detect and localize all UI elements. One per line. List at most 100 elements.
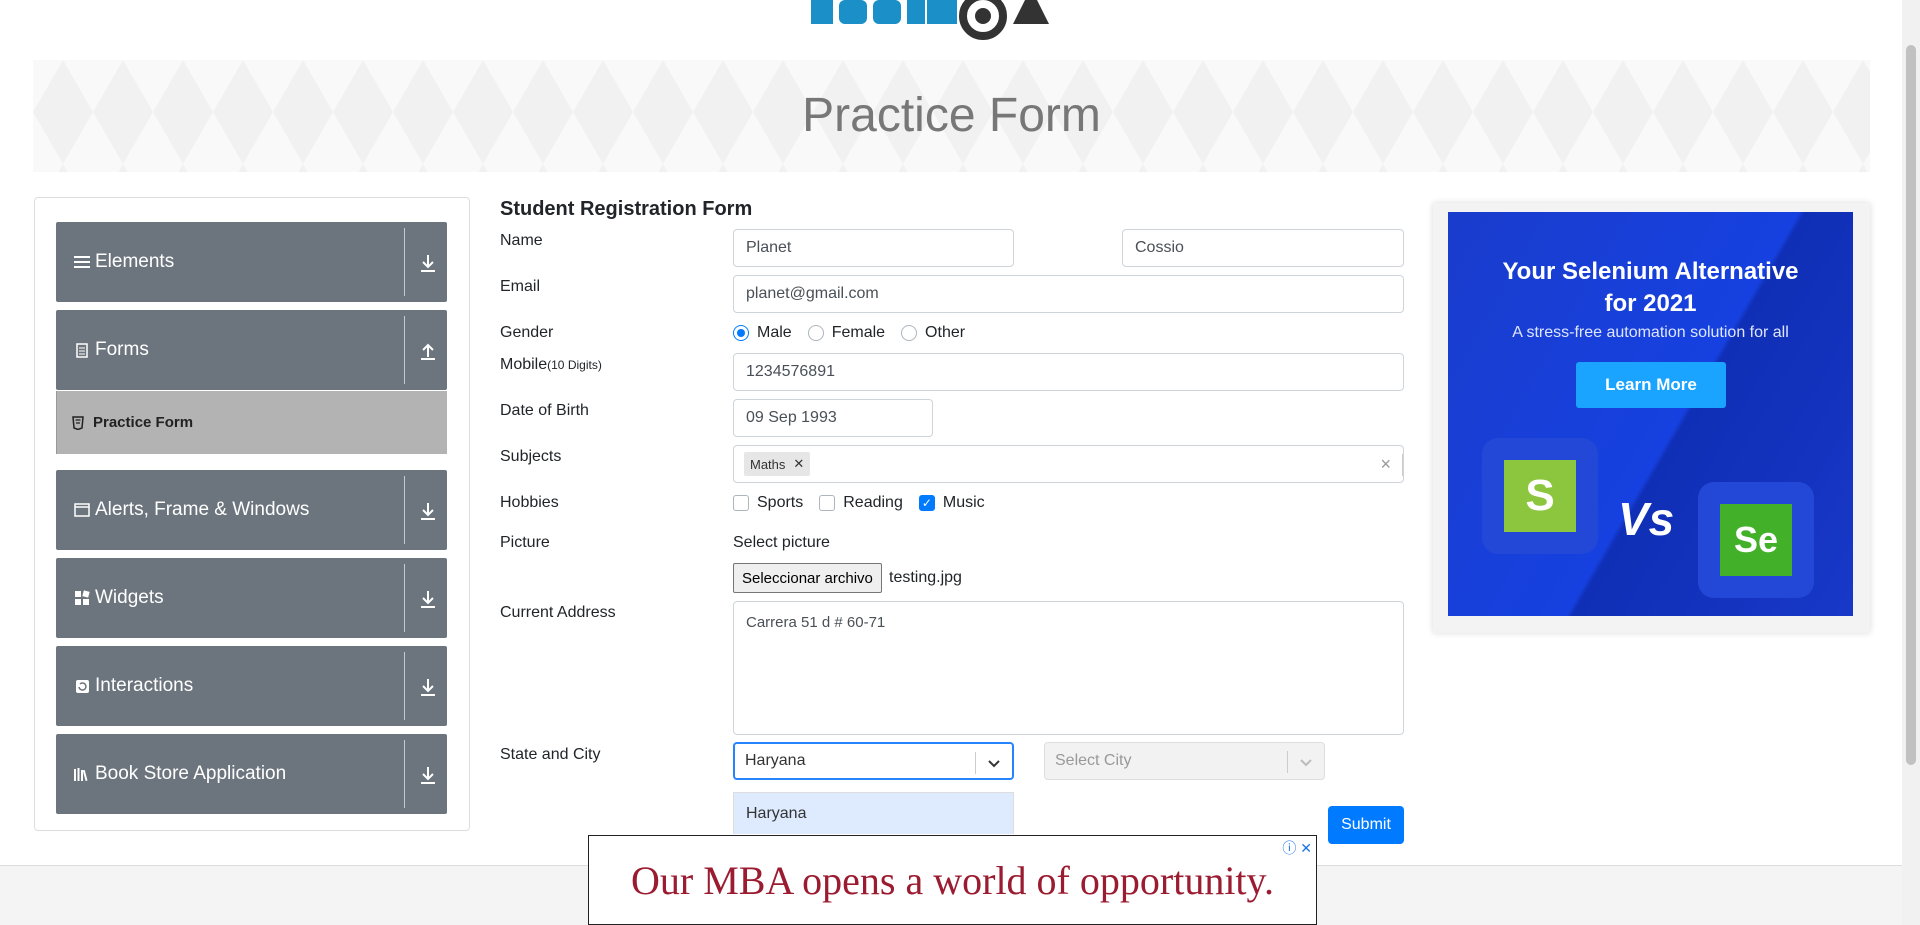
sidebar-group-book-store[interactable]: Book Store Application bbox=[56, 734, 447, 814]
selenium-logo-mark: Se bbox=[1720, 504, 1792, 576]
page-title: Practice Form bbox=[802, 89, 1101, 142]
date-of-birth-input[interactable]: 09 Sep 1993 bbox=[733, 399, 933, 437]
hobby-option-reading[interactable]: Reading bbox=[819, 494, 903, 512]
download-icon bbox=[421, 591, 435, 608]
sidebar-group-interactions[interactable]: Interactions bbox=[56, 646, 447, 726]
sidebar-group-header[interactable]: Elements bbox=[56, 222, 447, 302]
state-city-label: State and City bbox=[500, 746, 601, 763]
sidebar-item-practice-form[interactable]: Practice Form bbox=[56, 391, 447, 454]
gender-option-label: Female bbox=[831, 324, 886, 341]
versus-text: Vs bbox=[1618, 493, 1675, 545]
download-icon bbox=[421, 767, 435, 784]
mobile-field[interactable]: 1234576891 bbox=[733, 353, 1404, 391]
divider bbox=[404, 652, 405, 720]
chevron-down-icon[interactable] bbox=[1298, 754, 1314, 770]
sidebar-group-label: Forms bbox=[95, 339, 149, 360]
page-banner: Practice Form bbox=[33, 60, 1870, 172]
current-address-textarea[interactable]: Carrera 51 d # 60-71 bbox=[733, 601, 1404, 735]
choose-file-button[interactable]: Seleccionar archivo bbox=[733, 563, 882, 593]
email-label: Email bbox=[500, 278, 541, 295]
download-icon bbox=[421, 503, 435, 520]
gender-option-male[interactable]: Male bbox=[733, 324, 792, 342]
submit-button[interactable]: Submit bbox=[1328, 806, 1404, 844]
sidebar-group-label: Alerts, Frame & Windows bbox=[95, 499, 310, 520]
sidebar-group-header[interactable]: Book Store Application bbox=[56, 734, 447, 814]
hobby-option-label: Sports bbox=[757, 494, 804, 511]
mobile-label-text: Mobile bbox=[500, 356, 548, 373]
close-ad-icon[interactable]: ⓘ ✕ bbox=[1282, 838, 1312, 858]
address-label: Current Address bbox=[500, 604, 616, 621]
gender-label: Gender bbox=[500, 324, 554, 341]
sidebar-group-header[interactable]: Interactions bbox=[56, 646, 447, 726]
radio-button[interactable] bbox=[901, 325, 918, 341]
scrollbar-thumb[interactable] bbox=[1906, 45, 1916, 765]
radio-button[interactable] bbox=[807, 325, 824, 341]
picture-prompt: Select picture bbox=[733, 534, 830, 551]
hobby-option-label: Music bbox=[942, 494, 985, 511]
download-icon bbox=[421, 255, 435, 272]
sidebar-group-label: Book Store Application bbox=[95, 763, 287, 784]
gender-radio-group: Male Female Other bbox=[733, 324, 981, 342]
sidebar-group-header[interactable]: Alerts, Frame & Windows bbox=[56, 470, 447, 550]
ad-banner-bottom[interactable]: Our MBA opens a world of opportunity. ⓘ … bbox=[588, 835, 1317, 925]
ad-title-line2: for 2021 bbox=[1604, 290, 1697, 317]
name-label: Name bbox=[500, 232, 543, 249]
state-select[interactable]: Haryana bbox=[733, 742, 1014, 780]
scrollbar[interactable] bbox=[1902, 0, 1920, 925]
sidebar-group-alerts[interactable]: Alerts, Frame & Windows bbox=[56, 470, 447, 550]
subjects-label: Subjects bbox=[500, 448, 562, 465]
gender-option-label: Male bbox=[757, 324, 792, 341]
clear-icon[interactable]: × bbox=[1380, 454, 1391, 475]
page: Practice Form Elements Forms Practice Fo… bbox=[0, 0, 1920, 925]
widgets-icon bbox=[73, 589, 91, 607]
radio-button[interactable] bbox=[733, 325, 749, 341]
checkmark-icon[interactable]: ✓ bbox=[918, 495, 935, 511]
katalon-logo: S bbox=[1482, 438, 1598, 554]
ad-title: Your Selenium Alternative for 2021 bbox=[1448, 256, 1853, 320]
ad-subtitle: A stress-free automation solution for al… bbox=[1512, 324, 1789, 341]
divider bbox=[404, 476, 405, 544]
checkbox[interactable] bbox=[733, 495, 749, 511]
sidebar-group-label: Widgets bbox=[95, 587, 164, 608]
selenium-logo: Se bbox=[1698, 482, 1814, 598]
sidebar-group-header[interactable]: Forms bbox=[56, 310, 447, 390]
ad-content[interactable]: Your Selenium Alternative for 2021 A stre… bbox=[1448, 212, 1853, 616]
gender-option-female[interactable]: Female bbox=[807, 324, 886, 342]
divider bbox=[404, 316, 405, 384]
sidebar-group-widgets[interactable]: Widgets bbox=[56, 558, 447, 638]
email-field[interactable]: planet@gmail.com bbox=[733, 275, 1404, 313]
first-name-input[interactable]: Planet bbox=[733, 229, 1014, 267]
window-icon bbox=[73, 501, 91, 519]
mobile-label: Mobile(10 Digits) bbox=[500, 356, 602, 374]
sidebar-group-label: Elements bbox=[95, 251, 175, 272]
interaction-icon bbox=[73, 677, 91, 695]
divider bbox=[404, 228, 405, 296]
learn-more-button[interactable]: Learn More bbox=[1576, 362, 1726, 408]
sidebar-group-label: Interactions bbox=[95, 675, 194, 696]
subject-chip-label: Maths bbox=[750, 456, 786, 472]
picture-label: Picture bbox=[500, 534, 550, 551]
hobby-option-sports[interactable]: Sports bbox=[733, 494, 803, 512]
sidebar-group-elements[interactable]: Elements bbox=[56, 222, 447, 302]
city-select[interactable]: Select City bbox=[1044, 742, 1325, 780]
chevron-down-icon[interactable] bbox=[986, 755, 1002, 771]
sidebar: Elements Forms Practice Form Alerts, Fra… bbox=[34, 197, 470, 831]
divider bbox=[1287, 751, 1288, 773]
hobby-option-label: Reading bbox=[843, 494, 903, 511]
html5-icon bbox=[69, 414, 87, 432]
document-icon bbox=[73, 341, 91, 359]
checkbox[interactable] bbox=[819, 495, 836, 511]
sidebar-item-label: Practice Form bbox=[93, 414, 194, 431]
last-name-input[interactable]: Cossio bbox=[1122, 229, 1404, 267]
ad-banner-right[interactable]: Your Selenium Alternative for 2021 A stre… bbox=[1433, 203, 1870, 633]
sidebar-group-header[interactable]: Widgets bbox=[56, 558, 447, 638]
menu-icon bbox=[73, 253, 91, 271]
sidebar-group-forms[interactable]: Forms bbox=[56, 310, 447, 390]
hobby-option-music[interactable]: ✓ Music bbox=[918, 494, 985, 512]
subject-chip: Maths ✕ bbox=[744, 452, 811, 476]
toolsqa-logo[interactable] bbox=[803, 0, 1113, 52]
remove-chip-icon[interactable]: ✕ bbox=[793, 456, 804, 472]
subjects-input[interactable]: Maths ✕ × bbox=[733, 445, 1404, 483]
gender-option-other[interactable]: Other bbox=[901, 324, 965, 342]
state-dropdown-option[interactable]: Haryana bbox=[733, 792, 1014, 834]
